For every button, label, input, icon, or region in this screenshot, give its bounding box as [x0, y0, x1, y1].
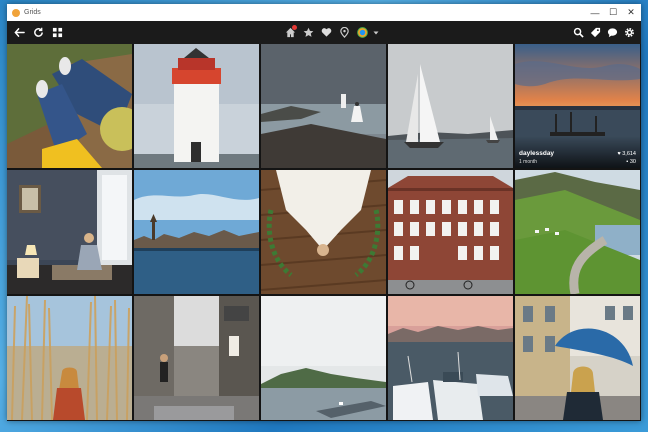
photo-comment-count[interactable]: ▪ 30	[626, 159, 636, 165]
photo-city-waterfront	[134, 170, 259, 294]
avatar[interactable]	[355, 25, 370, 40]
photo-brick-building	[388, 170, 513, 294]
photo-feet-on-dock	[7, 44, 132, 168]
title-bar: Grids — ☐ ✕	[7, 4, 641, 21]
photo-tile[interactable]	[134, 170, 259, 294]
photo-woman-blue-umbrella	[515, 296, 640, 420]
photo-tile[interactable]	[261, 170, 386, 294]
photo-tile[interactable]	[7, 170, 132, 294]
photo-tile[interactable]	[134, 44, 259, 168]
photo-coast-bride	[261, 44, 386, 168]
photo-tile[interactable]	[134, 296, 259, 420]
photo-hotel-room-woman	[7, 170, 132, 294]
photo-foggy-island	[261, 296, 386, 420]
photo-girl-in-reeds	[7, 296, 132, 420]
photo-tile[interactable]	[261, 296, 386, 420]
close-button[interactable]: ✕	[623, 4, 639, 21]
chevron-down-icon[interactable]	[373, 25, 379, 40]
photo-grid: daylessday 1 month ♥ 3,614 ▪ 30	[7, 44, 641, 421]
search-icon[interactable]	[571, 25, 586, 40]
home-icon[interactable]	[283, 25, 298, 40]
grid-icon[interactable]	[50, 25, 65, 40]
photo-tile[interactable]	[388, 296, 513, 420]
minimize-button[interactable]: —	[587, 4, 603, 21]
photo-green-valley-road	[515, 170, 640, 294]
photo-like-count[interactable]: ♥ 3,614	[617, 151, 636, 157]
location-icon[interactable]	[337, 25, 352, 40]
comment-icon[interactable]	[605, 25, 620, 40]
window-title: Grids	[24, 9, 41, 16]
photo-lighthouse	[134, 44, 259, 168]
photo-tile[interactable]	[261, 44, 386, 168]
app-window: Grids — ☐ ✕ daylessday 1 month ♥ 3,614 ▪…	[7, 4, 641, 421]
star-icon[interactable]	[301, 25, 316, 40]
notification-badge	[292, 25, 297, 30]
app-logo-icon	[12, 8, 20, 17]
photo-tile[interactable]	[7, 44, 132, 168]
photo-username[interactable]: daylessday	[519, 150, 554, 157]
heart-icon[interactable]	[319, 25, 334, 40]
photo-sailboats	[388, 44, 513, 168]
toolbar	[7, 21, 641, 44]
maximize-button[interactable]: ☐	[605, 4, 621, 21]
back-arrow-icon[interactable]	[12, 25, 27, 40]
photo-street-archway	[134, 296, 259, 420]
gear-icon[interactable]	[622, 25, 637, 40]
photo-tile[interactable]: daylessday 1 month ♥ 3,614 ▪ 30	[515, 44, 640, 168]
photo-tile[interactable]	[7, 296, 132, 420]
photo-bride-on-wood	[261, 170, 386, 294]
photo-tile[interactable]	[515, 296, 640, 420]
photo-tile[interactable]	[388, 170, 513, 294]
refresh-icon[interactable]	[31, 25, 46, 40]
photo-tile[interactable]	[388, 44, 513, 168]
photo-timestamp: 1 month	[519, 159, 538, 165]
tag-icon[interactable]	[588, 25, 603, 40]
photo-boats-harbor	[388, 296, 513, 420]
photo-tile[interactable]	[515, 170, 640, 294]
